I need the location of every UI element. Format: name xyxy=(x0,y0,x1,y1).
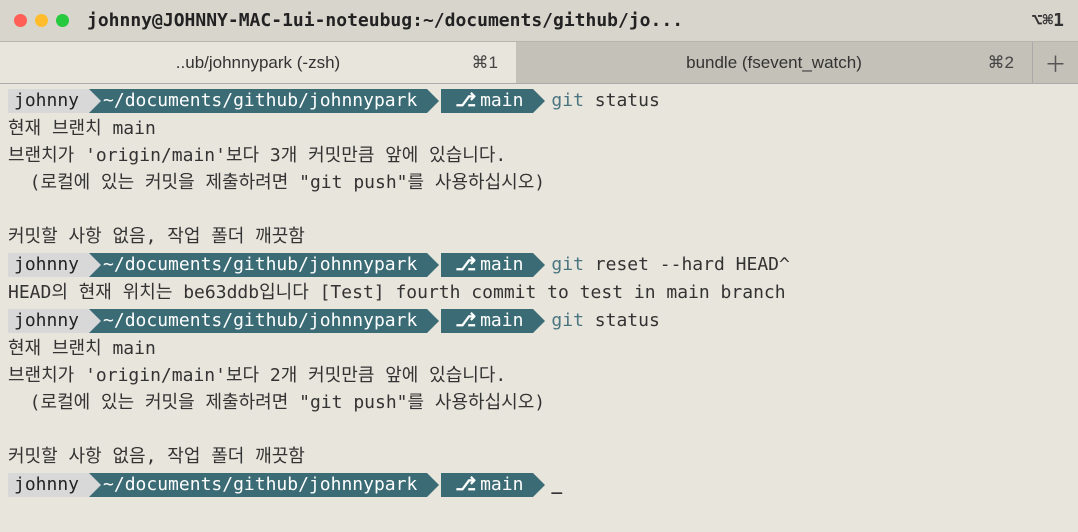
traffic-lights xyxy=(14,14,69,27)
branch-name: main xyxy=(480,251,523,278)
terminal-content[interactable]: johnny ~/documents/github/johnnypark⎇mai… xyxy=(0,84,1078,501)
new-tab-button[interactable]: ＋ xyxy=(1032,42,1078,83)
prompt-user: johnny xyxy=(8,309,89,333)
command-args: reset --hard HEAD^ xyxy=(584,254,790,275)
prompt-user: johnny xyxy=(8,253,89,277)
prompt-line: johnny ~/documents/github/johnnypark ⎇mai… xyxy=(8,471,1070,498)
output-line: 현재 브랜치 main xyxy=(8,335,1070,362)
command-args: status xyxy=(584,90,660,111)
command-args: status xyxy=(584,310,660,331)
prompt-path: ~/documents/github/johnnypark xyxy=(89,253,427,277)
prompt-branch: ⎇main xyxy=(441,253,533,277)
output-line: 커밋할 사항 없음, 작업 폴더 깨끗함 xyxy=(8,223,1070,250)
git-branch-icon: ⎇ xyxy=(455,471,476,498)
prompt-user: johnny xyxy=(8,473,89,497)
command-git: git xyxy=(551,254,584,275)
tab-2[interactable]: bundle (fsevent_watch) ⌘2 xyxy=(516,42,1032,83)
tab-shortcut: ⌘1 xyxy=(472,53,498,73)
title-bar: johnny@JOHNNY-MAC-1ui-noteubug:~/documen… xyxy=(0,0,1078,42)
tab-bar: ..ub/johnnypark (-zsh) ⌘1 bundle (fseven… xyxy=(0,42,1078,84)
close-window-button[interactable] xyxy=(14,14,27,27)
output-line: 브랜치가 'origin/main'보다 3개 커밋만큼 앞에 있습니다. xyxy=(8,142,1070,169)
command-git: git xyxy=(551,310,584,331)
minimize-window-button[interactable] xyxy=(35,14,48,27)
prompt-branch: ⎇main xyxy=(441,473,533,497)
output-line: 브랜치가 'origin/main'보다 2개 커밋만큼 앞에 있습니다. xyxy=(8,362,1070,389)
branch-name: main xyxy=(480,307,523,334)
prompt-branch: ⎇main xyxy=(441,89,533,113)
cursor: _ xyxy=(551,471,562,498)
command: git status xyxy=(551,87,659,114)
git-branch-icon: ⎇ xyxy=(455,251,476,278)
branch-name: main xyxy=(480,471,523,498)
output-line: 현재 브랜치 main xyxy=(8,115,1070,142)
tab-1[interactable]: ..ub/johnnypark (-zsh) ⌘1 xyxy=(0,42,516,83)
branch-name: main xyxy=(480,87,523,114)
prompt-line: johnny ~/documents/github/johnnypark ⎇mai… xyxy=(8,307,1070,334)
git-branch-icon: ⎇ xyxy=(455,307,476,334)
output-line xyxy=(8,416,1070,443)
prompt-path: ~/documents/github/johnnypark xyxy=(89,89,427,113)
prompt-line: johnny ~/documents/github/johnnypark ⎇mai… xyxy=(8,251,1070,278)
prompt-line: johnny ~/documents/github/johnnypark ⎇mai… xyxy=(8,87,1070,114)
window-shortcut: ⌥⌘1 xyxy=(1031,10,1064,31)
tab-label: ..ub/johnnypark (-zsh) xyxy=(176,53,340,73)
command-git: git xyxy=(551,90,584,111)
prompt-path: ~/documents/github/johnnypark xyxy=(89,309,427,333)
output-line: 커밋할 사항 없음, 작업 폴더 깨끗함 xyxy=(8,443,1070,470)
command: git reset --hard HEAD^ xyxy=(551,251,789,278)
git-branch-icon: ⎇ xyxy=(455,87,476,114)
prompt-user: johnny xyxy=(8,89,89,113)
prompt-branch: ⎇main xyxy=(441,309,533,333)
command: git status xyxy=(551,307,659,334)
plus-icon: ＋ xyxy=(1044,47,1066,79)
prompt-path: ~/documents/github/johnnypark xyxy=(89,473,427,497)
tab-label: bundle (fsevent_watch) xyxy=(686,53,862,73)
window-title: johnny@JOHNNY-MAC-1ui-noteubug:~/documen… xyxy=(87,10,1021,31)
maximize-window-button[interactable] xyxy=(56,14,69,27)
output-line: HEAD의 현재 위치는 be63ddb입니다 [Test] fourth co… xyxy=(8,279,1070,306)
output-line xyxy=(8,196,1070,223)
output-line: (로컬에 있는 커밋을 제출하려면 "git push"를 사용하십시오) xyxy=(8,169,1070,196)
output-line: (로컬에 있는 커밋을 제출하려면 "git push"를 사용하십시오) xyxy=(8,389,1070,416)
tab-shortcut: ⌘2 xyxy=(988,53,1014,73)
